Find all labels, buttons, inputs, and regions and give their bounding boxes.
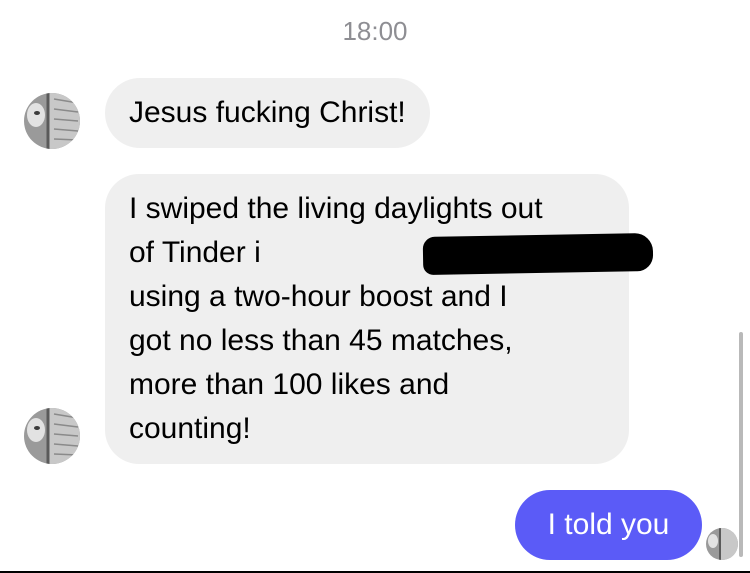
read-receipt-avatar-icon xyxy=(706,528,738,560)
redaction-mark xyxy=(422,232,654,276)
message-text-line: I swiped the living daylights out xyxy=(129,192,543,225)
avatar-photo-icon xyxy=(24,408,80,464)
message-text-fragment: of Tinder i xyxy=(129,236,261,269)
contact-avatar[interactable] xyxy=(24,408,80,464)
message-timestamp: 18:00 xyxy=(342,16,408,46)
message-text-line: got no less than 45 matches, xyxy=(129,324,513,357)
incoming-message-bubble[interactable]: I swiped the living daylights out of Tin… xyxy=(105,174,654,464)
message-text: Jesus fucking Christ! xyxy=(129,96,406,129)
incoming-message-bubble[interactable]: Jesus fucking Christ! xyxy=(105,78,430,148)
scrollbar[interactable] xyxy=(739,332,743,557)
avatar-photo-icon xyxy=(24,93,80,149)
contact-avatar[interactable] xyxy=(24,93,80,149)
message-text-line: more than 100 likes and xyxy=(129,368,450,401)
read-receipt-avatar xyxy=(706,528,738,560)
outgoing-message-bubble[interactable]: I told you xyxy=(515,490,702,560)
message-text-line: using a two-hour boost and I xyxy=(129,280,508,313)
message-text: I told you xyxy=(547,508,670,541)
message-text-line: of Tinder i xyxy=(129,231,654,276)
message-text-line: counting! xyxy=(129,412,251,445)
